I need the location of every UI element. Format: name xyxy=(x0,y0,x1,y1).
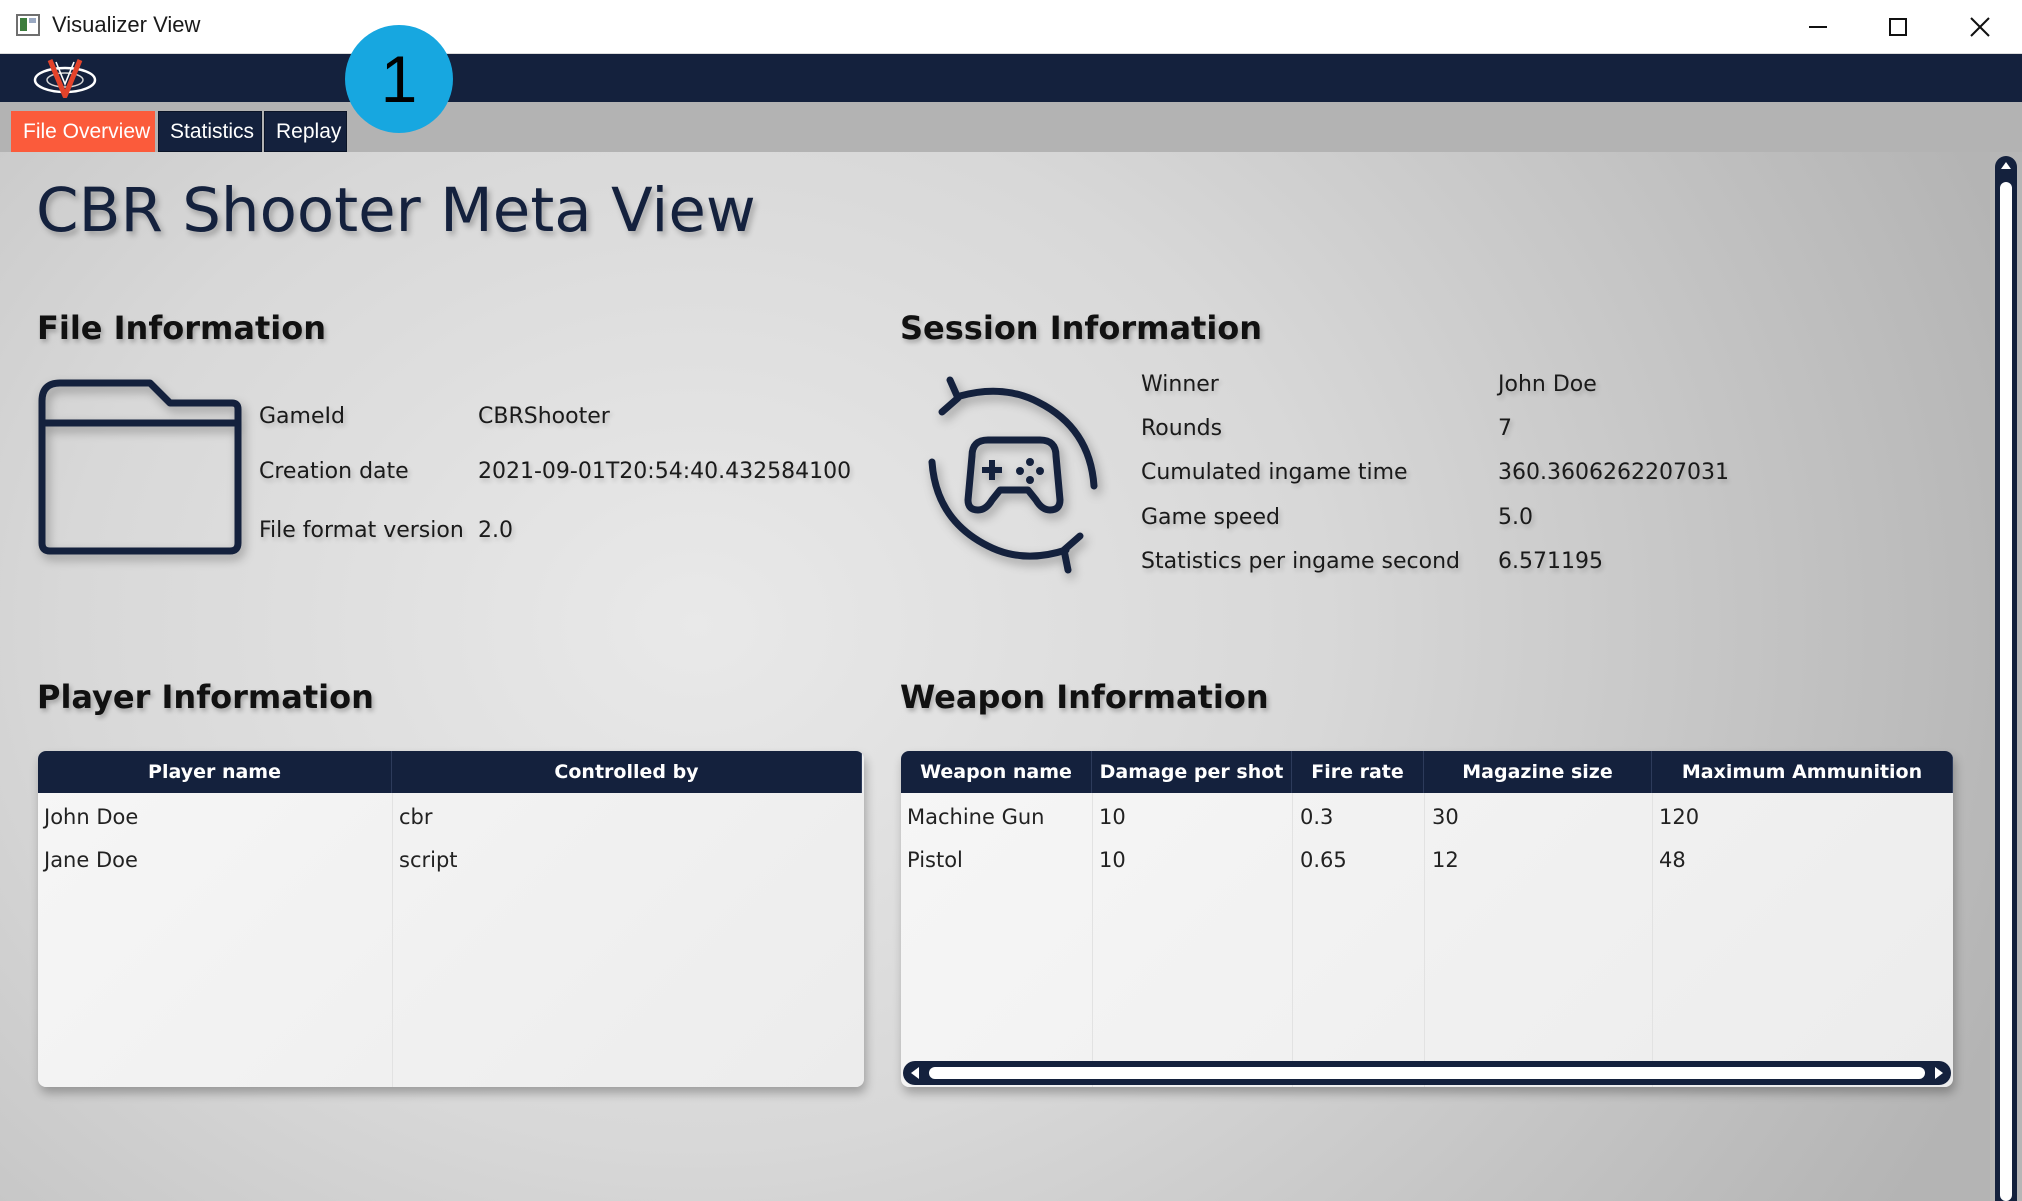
page-title: CBR Shooter Meta View xyxy=(36,175,756,246)
table-cell[interactable]: cbr xyxy=(399,805,433,829)
hscroll-thumb[interactable] xyxy=(929,1067,1925,1079)
table-cell[interactable]: John Doe xyxy=(44,805,138,829)
column-header-player-name[interactable]: Player name xyxy=(38,751,392,793)
table-cell[interactable]: Machine Gun xyxy=(907,805,1044,829)
maximize-icon xyxy=(1889,18,1907,36)
player-table: Player name Controlled by John Doe cbr J… xyxy=(38,751,864,1087)
table-cell[interactable]: script xyxy=(399,848,458,872)
folder-icon xyxy=(38,379,242,555)
tab-replay[interactable]: Replay xyxy=(264,111,347,152)
table-cell[interactable]: 0.3 xyxy=(1300,805,1333,829)
close-button[interactable] xyxy=(1940,0,2020,54)
file-info-label: Creation date xyxy=(259,459,409,484)
weapon-info-heading: Weapon Information xyxy=(900,678,1269,716)
vscroll-thumb[interactable] xyxy=(2000,182,2012,1201)
table-cell[interactable]: 12 xyxy=(1432,848,1459,872)
weapon-table-hscrollbar[interactable] xyxy=(903,1061,1951,1085)
weapon-table: Weapon name Damage per shot Fire rate Ma… xyxy=(901,751,1953,1087)
tab-statistics[interactable]: Statistics xyxy=(158,111,262,152)
scroll-right-icon[interactable] xyxy=(1935,1067,1943,1079)
file-info-heading: File Information xyxy=(37,309,326,347)
window-title: Visualizer View xyxy=(52,12,201,37)
column-header-magazine-size[interactable]: Magazine size xyxy=(1424,751,1652,793)
table-cell[interactable]: Jane Doe xyxy=(44,848,138,872)
tab-file-overview[interactable]: File Overview xyxy=(11,111,155,152)
table-cell[interactable]: 10 xyxy=(1099,805,1126,829)
session-info-heading: Session Information xyxy=(900,309,1263,347)
maximize-button[interactable] xyxy=(1858,0,1938,54)
file-info-label: File format version xyxy=(259,518,464,543)
weapon-table-header: Weapon name Damage per shot Fire rate Ma… xyxy=(901,751,1953,793)
session-info-value: John Doe xyxy=(1498,372,1597,397)
app-header xyxy=(0,54,2022,102)
window-titlebar: Visualizer View xyxy=(0,0,2022,54)
session-info-label: Cumulated ingame time xyxy=(1141,460,1408,485)
session-info-label: Rounds xyxy=(1141,416,1223,441)
column-header-maximum-ammunition[interactable]: Maximum Ammunition xyxy=(1652,751,1953,793)
tab-bar: File Overview Statistics Replay xyxy=(0,102,2022,152)
file-info-value: 2.0 xyxy=(478,518,513,543)
session-info-label: Game speed xyxy=(1141,505,1280,530)
table-cell[interactable]: Pistol xyxy=(907,848,963,872)
table-cell[interactable]: 30 xyxy=(1432,805,1459,829)
minimize-icon xyxy=(1809,26,1827,28)
column-header-controlled-by[interactable]: Controlled by xyxy=(392,751,862,793)
table-cell[interactable]: 10 xyxy=(1099,848,1126,872)
callout-badge: 1 xyxy=(345,25,453,133)
session-info-value: 5.0 xyxy=(1498,505,1533,530)
session-info-value: 360.3606262207031 xyxy=(1498,460,1729,485)
player-table-header: Player name Controlled by xyxy=(38,751,862,793)
close-icon xyxy=(1970,17,1990,37)
minimize-button[interactable] xyxy=(1778,0,1858,54)
file-info-value: CBRShooter xyxy=(478,404,610,429)
gamepad-sync-icon xyxy=(928,376,1098,574)
column-header-damage-per-shot[interactable]: Damage per shot xyxy=(1092,751,1292,793)
table-cell[interactable]: 48 xyxy=(1659,848,1686,872)
session-info-value: 7 xyxy=(1498,416,1512,441)
app-window-icon xyxy=(16,14,40,36)
scroll-left-icon[interactable] xyxy=(911,1067,919,1079)
column-header-weapon-name[interactable]: Weapon name xyxy=(901,751,1092,793)
visualizer-logo xyxy=(33,59,97,98)
main-content: CBR Shooter Meta View File Information G… xyxy=(0,152,1990,1201)
table-cell[interactable]: 120 xyxy=(1659,805,1699,829)
session-info-value: 6.571195 xyxy=(1498,549,1603,574)
file-info-label: GameId xyxy=(259,404,345,429)
file-info-value: 2021-09-01T20:54:40.432584100 xyxy=(478,459,852,484)
page-vscrollbar[interactable] xyxy=(1990,152,2022,1201)
session-info-label: Statistics per ingame second xyxy=(1141,549,1461,574)
table-cell[interactable]: 0.65 xyxy=(1300,848,1347,872)
session-info-label: Winner xyxy=(1141,372,1219,397)
player-info-heading: Player Information xyxy=(37,678,374,716)
column-header-fire-rate[interactable]: Fire rate xyxy=(1292,751,1424,793)
